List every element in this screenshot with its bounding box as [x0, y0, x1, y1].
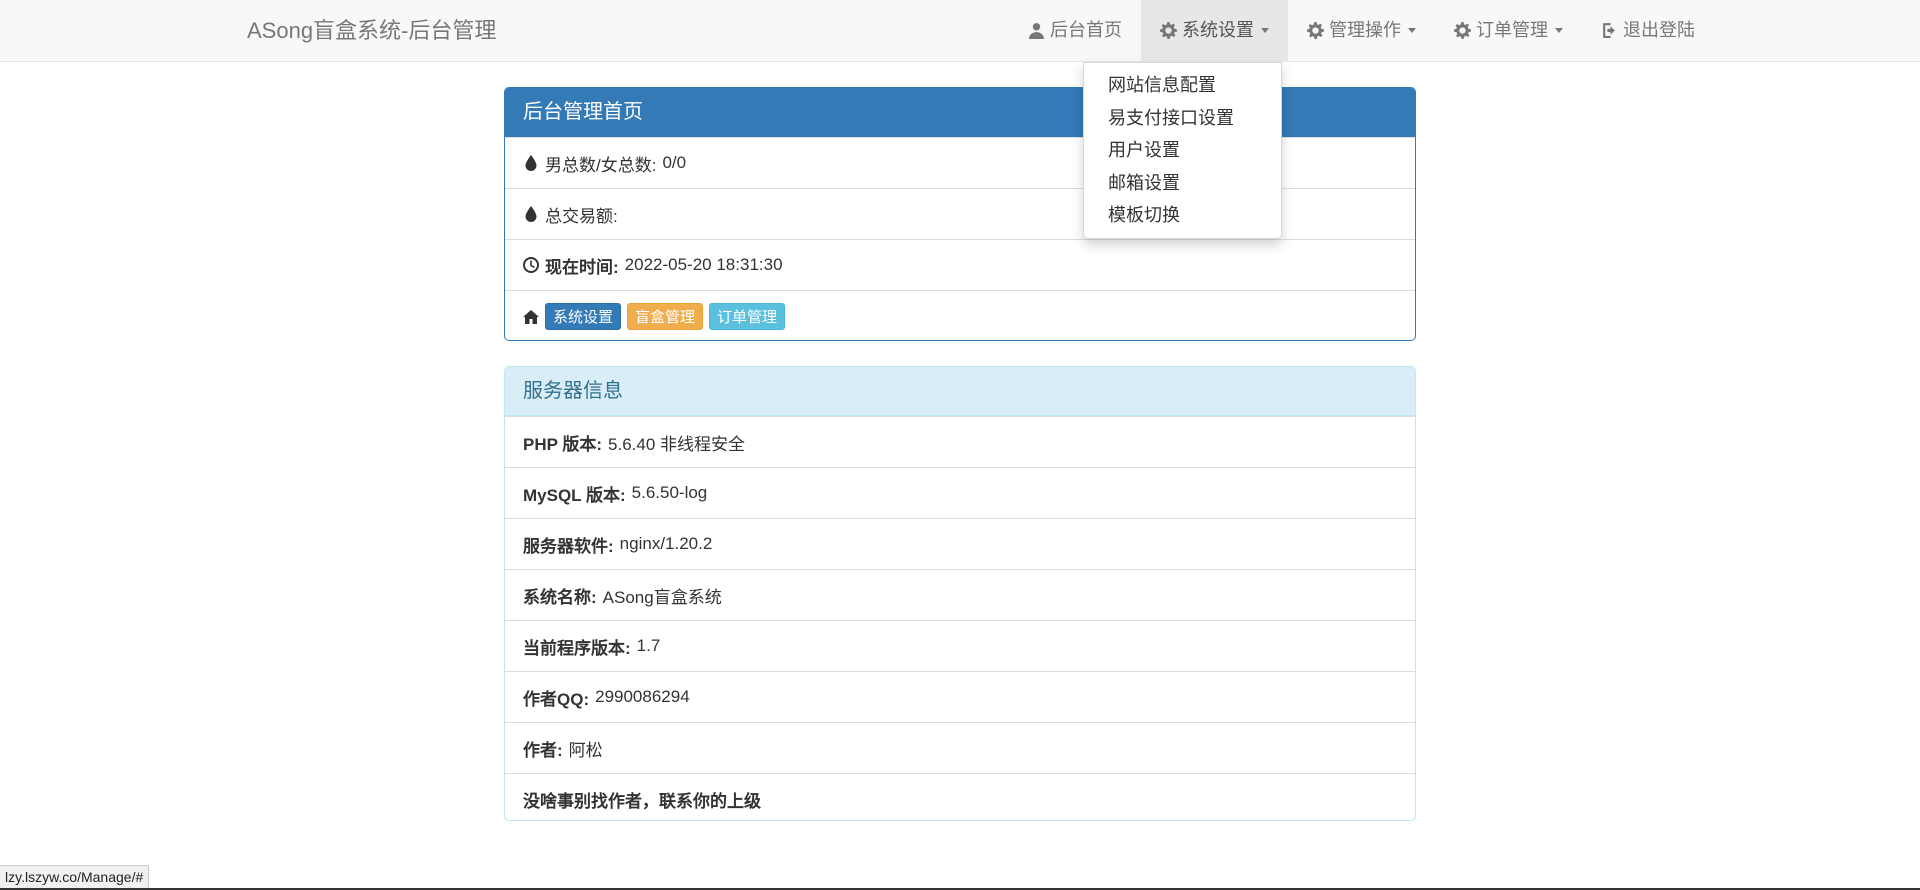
server-info-row: 系统名称: ASong盲盒系统 — [505, 569, 1415, 620]
nav-home[interactable]: 后台首页 — [1009, 0, 1141, 61]
mysql-version-value: 5.6.50-log — [631, 483, 708, 502]
nav-manage-ops-label: 管理操作 — [1329, 20, 1401, 40]
author-label: 作者: — [523, 740, 563, 760]
home-icon — [523, 309, 539, 324]
top-navbar: ASong盲盒系统-后台管理 后台首页 系统设置 管理操作 订单管理 退出登陆 — [0, 0, 1920, 62]
dropdown-item-template-switch[interactable]: 模板切换 — [1084, 199, 1281, 232]
caret-down-icon — [1555, 28, 1563, 33]
system-settings-dropdown: 网站信息配置 易支付接口设置 用户设置 邮箱设置 模板切换 — [1083, 62, 1282, 239]
server-info-row: 没啥事别找作者，联系你的上级 — [505, 773, 1415, 820]
server-info-row: PHP 版本: 5.6.40 非线程安全 — [505, 416, 1415, 467]
gender-count-value: 0/0 — [662, 153, 687, 172]
author-qq-label: 作者QQ: — [523, 689, 590, 709]
trade-total-label: 总交易额: — [545, 206, 618, 226]
brand-title[interactable]: ASong盲盒系统-后台管理 — [247, 0, 496, 61]
main-nav: 后台首页 系统设置 管理操作 订单管理 退出登陆 — [1009, 0, 1714, 61]
quick-links-row: 系统设置 盲盒管理 订单管理 — [505, 290, 1415, 340]
server-software-label: 服务器软件: — [523, 536, 614, 556]
caret-down-icon — [1408, 28, 1416, 33]
gear-icon — [1454, 22, 1471, 39]
program-version-label: 当前程序版本: — [523, 638, 631, 658]
clock-icon — [523, 257, 539, 273]
dropdown-item-payment-settings[interactable]: 易支付接口设置 — [1084, 102, 1281, 135]
nav-order-manage[interactable]: 订单管理 — [1435, 0, 1582, 61]
author-value: 阿松 — [568, 740, 603, 760]
nav-system-settings[interactable]: 系统设置 — [1141, 0, 1288, 61]
current-time-row: 现在时间: 2022-05-20 18:31:30 — [505, 239, 1415, 290]
gear-icon — [1160, 22, 1177, 39]
system-settings-button[interactable]: 系统设置 — [545, 303, 622, 330]
current-time-label: 现在时间: — [545, 257, 619, 277]
program-version-value: 1.7 — [636, 636, 661, 655]
server-info-row: 服务器软件: nginx/1.20.2 — [505, 518, 1415, 569]
gear-icon — [1307, 22, 1324, 39]
current-time-value: 2022-05-20 18:31:30 — [624, 255, 783, 274]
nav-logout[interactable]: 退出登陆 — [1582, 0, 1714, 61]
server-info-row: 当前程序版本: 1.7 — [505, 620, 1415, 671]
php-version-label: PHP 版本: — [523, 434, 603, 454]
server-software-value: nginx/1.20.2 — [619, 534, 713, 553]
system-name-label: 系统名称: — [523, 587, 597, 607]
tint-icon — [525, 155, 537, 171]
author-qq-value: 2990086294 — [595, 687, 690, 706]
server-info-row: 作者QQ: 2990086294 — [505, 671, 1415, 722]
dropdown-item-site-config[interactable]: 网站信息配置 — [1084, 69, 1281, 102]
system-name-value: ASong盲盒系统 — [602, 587, 722, 607]
contact-notice: 没啥事别找作者，联系你的上级 — [523, 791, 761, 811]
blindbox-manage-button[interactable]: 盲盒管理 — [627, 303, 704, 330]
order-manage-button[interactable]: 订单管理 — [709, 303, 786, 330]
nav-system-settings-label: 系统设置 — [1182, 20, 1254, 40]
php-version-value: 5.6.40 非线程安全 — [608, 434, 746, 454]
server-info-panel: 服务器信息 PHP 版本: 5.6.40 非线程安全 MySQL 版本: 5.6… — [504, 366, 1416, 821]
nav-home-label: 后台首页 — [1050, 20, 1122, 40]
logout-icon — [1603, 23, 1615, 38]
nav-logout-label: 退出登陆 — [1623, 20, 1695, 40]
nav-order-manage-label: 订单管理 — [1476, 20, 1548, 40]
server-info-row: MySQL 版本: 5.6.50-log — [505, 467, 1415, 518]
server-info-row: 作者: 阿松 — [505, 722, 1415, 773]
tint-icon — [525, 206, 537, 222]
dropdown-item-email-settings[interactable]: 邮箱设置 — [1084, 167, 1281, 200]
caret-down-icon — [1261, 28, 1269, 33]
mysql-version-label: MySQL 版本: — [523, 485, 626, 505]
gender-count-label: 男总数/女总数: — [545, 155, 657, 175]
user-icon — [1029, 23, 1044, 39]
link-status-bar: lzy.lszyw.co/Manage/# — [0, 865, 150, 888]
server-info-panel-title: 服务器信息 — [505, 367, 1415, 416]
dropdown-item-user-settings[interactable]: 用户设置 — [1084, 134, 1281, 167]
nav-manage-ops[interactable]: 管理操作 — [1288, 0, 1435, 61]
